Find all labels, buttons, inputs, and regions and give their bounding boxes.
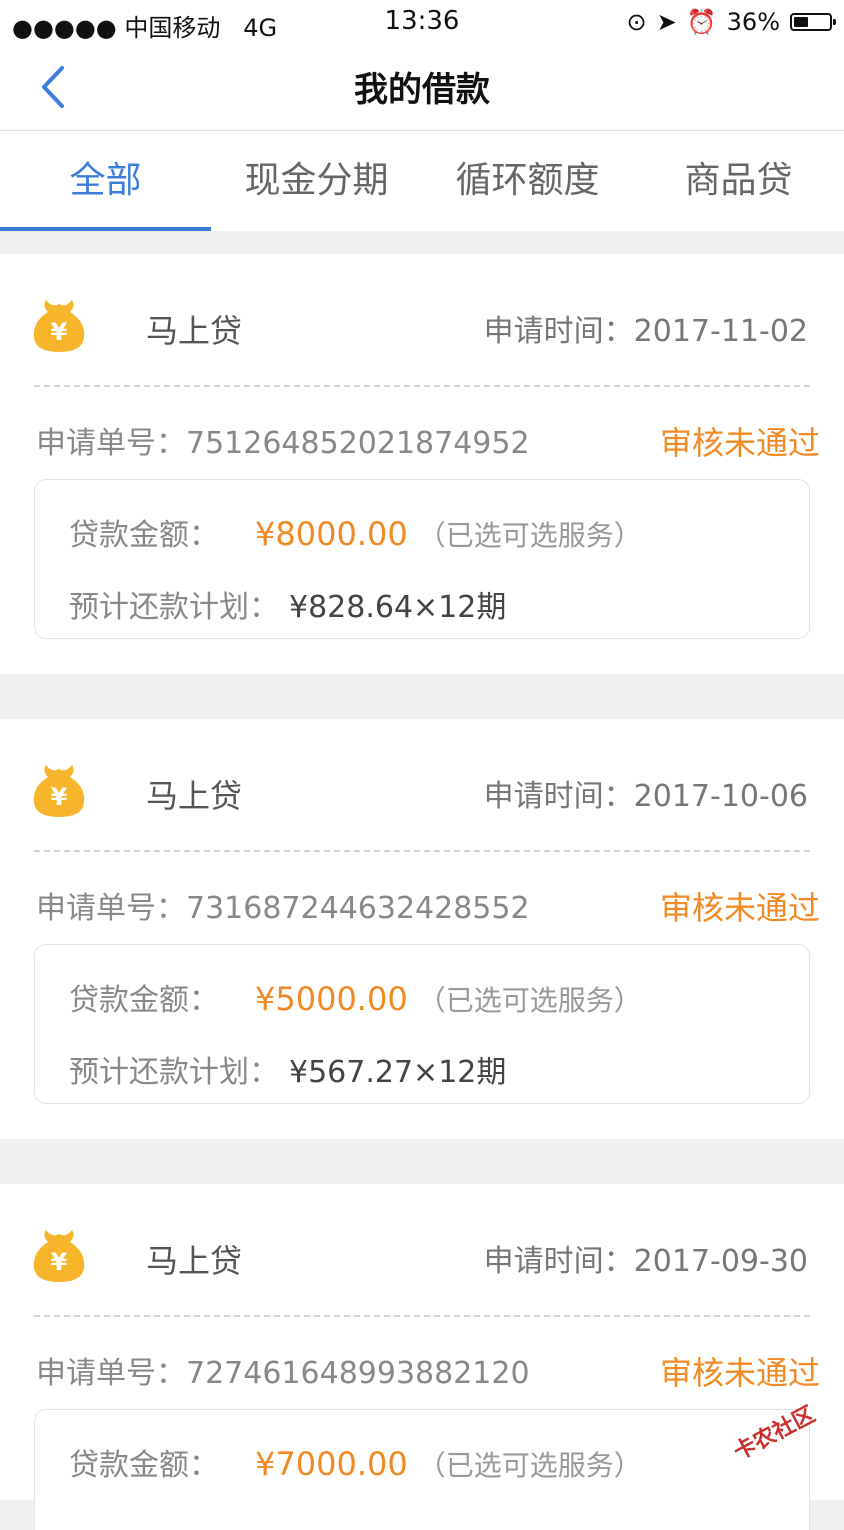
divider (34, 850, 810, 852)
svg-text:¥: ¥ (51, 1248, 68, 1276)
apply-time-value: 2017-10-06 (633, 779, 808, 814)
apply-time-label: 申请时间： (483, 779, 634, 814)
apply-time: 申请时间：2017-10-06 (484, 771, 808, 815)
order-label: 申请单号： (36, 891, 186, 926)
amount-row: 贷款金额： ¥7000.00 （已选可选服务） (69, 1440, 642, 1484)
order-value: 727461648993882120 (186, 1356, 530, 1391)
order-number: 申请单号：731687244632428552 (36, 883, 530, 927)
alarm-icon: ⏰ (686, 8, 717, 36)
status-badge: 审核未通过 (659, 424, 820, 462)
plan-row: 预计还款计划： ¥828.64×12期 (69, 582, 506, 626)
page-title: 我的借款 (354, 70, 490, 110)
status-badge: 审核未通过 (659, 1354, 820, 1392)
product-name: 马上贷 (146, 1242, 243, 1280)
svg-text:¥: ¥ (51, 783, 68, 811)
status-bar: ●●●●● 中国移动 4G 13:36 ⊙ ➤ ⏰ 36% (0, 0, 844, 44)
product-name: 马上贷 (146, 777, 243, 815)
money-bag-icon: ¥ (33, 1230, 85, 1282)
plan-value: ¥828.64×12期 (289, 590, 507, 625)
amount-value: ¥8000.00 (255, 515, 408, 553)
plan-label: 预计还款计划： (69, 590, 279, 625)
amount-label: 贷款金额： (69, 1448, 219, 1483)
amount-row: 贷款金额： ¥5000.00 （已选可选服务） (69, 975, 642, 1019)
order-value: 751264852021874952 (186, 426, 530, 461)
amount-note: （已选可选服务） (417, 984, 642, 1017)
orientation-lock-icon: ⊙ (626, 8, 647, 36)
loan-type-tabs: 全部 现金分期 循环额度 商品贷 (0, 131, 844, 231)
money-bag-icon: ¥ (33, 765, 85, 817)
loan-detail-box: 贷款金额： ¥5000.00 （已选可选服务） 预计还款计划： ¥567.27×12期 (34, 944, 810, 1104)
money-bag-icon: ¥ (33, 300, 85, 352)
amount-value: ¥7000.00 (255, 1445, 408, 1483)
svg-text:¥: ¥ (51, 318, 68, 346)
amount-note: （已选可选服务） (417, 519, 642, 552)
tab-cash-installment[interactable]: 现金分期 (211, 131, 422, 231)
tab-all[interactable]: 全部 (0, 131, 211, 231)
apply-time-value: 2017-11-02 (633, 314, 808, 349)
apply-time: 申请时间：2017-11-02 (484, 306, 808, 350)
location-icon: ➤ (656, 8, 677, 36)
tab-revolving-credit[interactable]: 循环额度 (422, 131, 633, 231)
loan-card[interactable]: ¥ 马上贷 申请时间：2017-11-02 申请单号：7512648520218… (0, 254, 844, 674)
amount-row: 贷款金额： ¥8000.00 （已选可选服务） (69, 510, 642, 554)
tab-product-loan[interactable]: 商品贷 (633, 131, 844, 231)
plan-value: ¥567.27×12期 (289, 1055, 507, 1090)
order-number: 申请单号：727461648993882120 (36, 1348, 530, 1392)
nav-bar: 我的借款 (0, 44, 844, 131)
order-label: 申请单号： (36, 426, 186, 461)
order-number: 申请单号：751264852021874952 (36, 418, 530, 462)
apply-time-label: 申请时间： (483, 1244, 634, 1279)
battery-percent: 36% (726, 8, 780, 36)
loan-detail-box: 贷款金额： ¥7000.00 （已选可选服务） (34, 1409, 810, 1530)
divider (34, 385, 810, 387)
status-badge: 审核未通过 (659, 889, 820, 927)
loan-detail-box: 贷款金额： ¥8000.00 （已选可选服务） 预计还款计划： ¥828.64×12期 (34, 479, 810, 639)
amount-label: 贷款金额： (69, 983, 219, 1018)
apply-time-label: 申请时间： (483, 314, 634, 349)
order-value: 731687244632428552 (186, 891, 530, 926)
order-label: 申请单号： (36, 1356, 186, 1391)
loan-card[interactable]: ¥ 马上贷 申请时间：2017-10-06 申请单号：7316872446324… (0, 719, 844, 1139)
plan-label: 预计还款计划： (69, 1055, 279, 1090)
divider (34, 1315, 810, 1317)
amount-value: ¥5000.00 (255, 980, 408, 1018)
battery-icon (790, 13, 836, 31)
amount-note: （已选可选服务） (417, 1449, 642, 1482)
apply-time-value: 2017-09-30 (633, 1244, 808, 1279)
plan-row: 预计还款计划： ¥567.27×12期 (69, 1047, 506, 1091)
status-icons: ⊙ ➤ ⏰ 36% (626, 8, 836, 36)
amount-label: 贷款金额： (69, 518, 219, 553)
loan-card[interactable]: ¥ 马上贷 申请时间：2017-09-30 申请单号：7274616489938… (0, 1184, 844, 1530)
apply-time: 申请时间：2017-09-30 (484, 1236, 808, 1280)
product-name: 马上贷 (146, 312, 243, 350)
